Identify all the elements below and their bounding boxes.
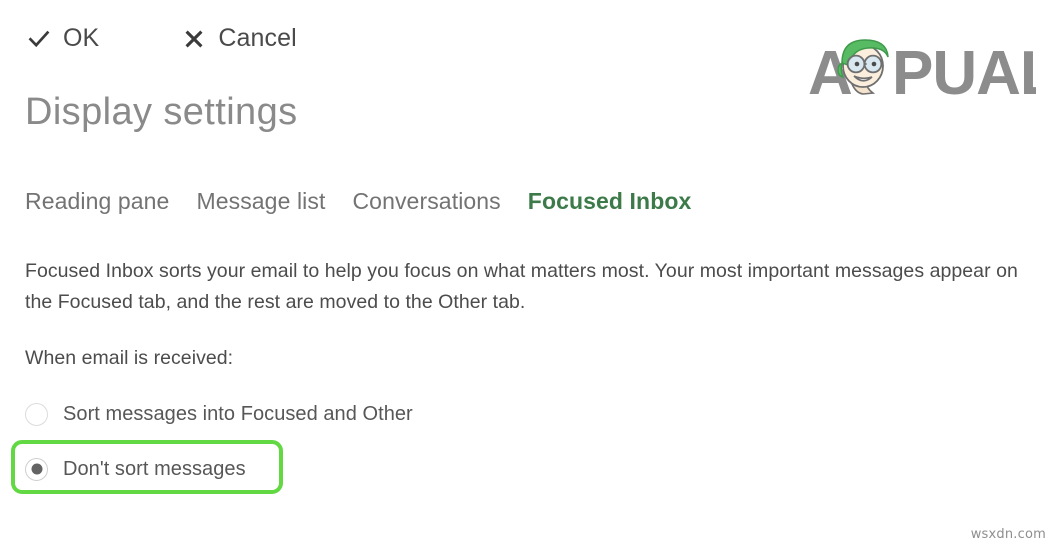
radio-option-sort-into-focused-and-other[interactable]: Sort messages into Focused and Other [25,396,413,432]
watermark: wsxdn.com [970,527,1046,542]
ok-button-label: OK [63,24,100,52]
tab-reading-pane[interactable]: Reading pane [25,188,169,216]
radio-option-label: Don't sort messages [63,457,246,480]
command-bar: OK Cancel [28,26,297,51]
tab-bar: Reading pane Message list Conversations … [25,188,691,216]
feature-description: Focused Inbox sorts your email to help y… [25,260,1018,313]
page-title: Display settings [25,91,298,133]
check-icon [28,28,50,50]
svg-text:PUALS: PUALS [892,39,1036,104]
radio-icon-unselected[interactable] [25,402,48,426]
tab-message-list[interactable]: Message list [196,188,325,216]
radio-group: Sort messages into Focused and Other Don… [25,396,413,487]
radio-option-label: Sort messages into Focused and Other [63,402,413,425]
radio-icon-selected[interactable] [25,457,48,481]
section-label: When email is received: [25,347,234,369]
close-icon [183,28,205,50]
cancel-button-label: Cancel [218,24,297,52]
radio-option-dont-sort-messages[interactable]: Don't sort messages [25,451,413,487]
tab-focused-inbox[interactable]: Focused Inbox [528,188,692,216]
cancel-button[interactable]: Cancel [183,24,297,52]
tab-conversations[interactable]: Conversations [352,188,500,216]
ok-button[interactable]: OK [28,26,99,51]
appuals-logo: A PUALS [808,38,1036,104]
